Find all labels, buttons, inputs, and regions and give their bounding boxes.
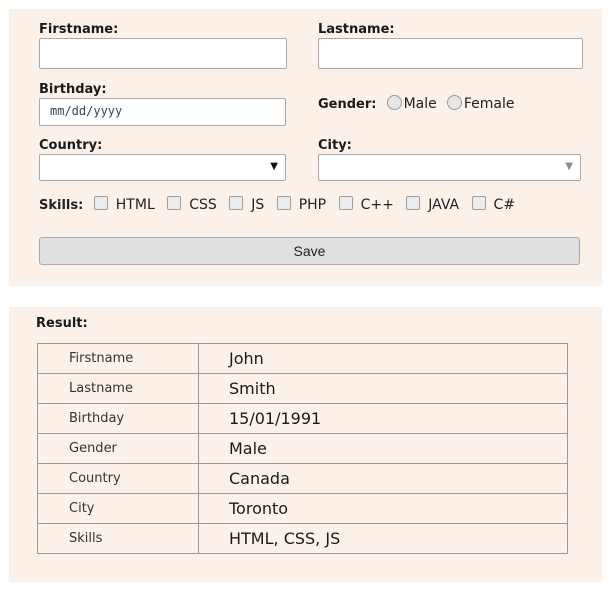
table-row: Gender Male <box>37 433 568 464</box>
skill-java: JAVA <box>406 196 459 213</box>
result-title: Result: <box>36 316 88 331</box>
table-row: Country Canada <box>37 463 568 494</box>
gender-female-label: Female <box>463 96 515 112</box>
table-row: Skills HTML, CSS, JS <box>37 523 568 554</box>
skill-cpp: C++ <box>338 196 394 213</box>
skill-html-label: HTML <box>115 197 155 213</box>
skill-csharp-label: C# <box>493 197 516 213</box>
skill-csharp-checkbox[interactable] <box>471 196 486 210</box>
result-value: Canada <box>198 463 568 494</box>
result-key: Lastname <box>37 373 199 404</box>
firstname-input[interactable] <box>39 38 287 69</box>
result-key: City <box>37 493 199 524</box>
result-value: HTML, CSS, JS <box>198 523 568 554</box>
skill-java-label: JAVA <box>428 197 460 213</box>
skills-label: Skills: <box>39 198 84 213</box>
result-panel: Result: Firstname John Lastname Smith Bi… <box>9 307 602 582</box>
table-row: City Toronto <box>37 493 568 524</box>
skill-php-label: PHP <box>298 197 327 213</box>
skill-html: HTML <box>93 196 155 213</box>
result-key: Birthday <box>37 403 199 434</box>
birthday-label: Birthday: <box>39 82 107 97</box>
skill-css-label: CSS <box>189 197 217 213</box>
city-select[interactable]: ▼ <box>318 154 581 181</box>
skill-js-label: JS <box>251 197 265 213</box>
result-value: 15/01/1991 <box>198 403 568 434</box>
registration-form: Firstname: Lastname: Birthday: mm/dd/yyy… <box>9 9 602 286</box>
table-row: Lastname Smith <box>37 373 568 404</box>
table-row: Birthday 15/01/1991 <box>37 403 568 434</box>
gender-male-radio[interactable] <box>386 95 402 110</box>
skill-php: PHP <box>276 196 327 213</box>
skill-js-checkbox[interactable] <box>229 196 244 210</box>
skill-css-checkbox[interactable] <box>167 196 182 210</box>
chevron-down-icon: ▼ <box>565 161 573 172</box>
result-value: Smith <box>198 373 568 404</box>
skill-js: JS <box>229 196 264 213</box>
gender-male-label: Male <box>403 96 437 112</box>
result-key: Country <box>37 463 199 494</box>
skill-php-checkbox[interactable] <box>276 196 291 210</box>
result-key: Gender <box>37 433 199 464</box>
result-key: Firstname <box>37 343 199 374</box>
gender-group: Gender: Male Female <box>318 93 514 112</box>
result-table: Firstname John Lastname Smith Birthday 1… <box>37 343 568 554</box>
country-label: Country: <box>39 138 103 153</box>
skill-css: CSS <box>167 196 217 213</box>
skill-csharp: C# <box>471 196 516 213</box>
country-select[interactable]: ▼ <box>39 154 286 181</box>
city-label: City: <box>318 138 352 153</box>
gender-label: Gender: <box>318 97 377 112</box>
skill-java-checkbox[interactable] <box>406 196 421 210</box>
result-value: Toronto <box>198 493 568 524</box>
firstname-label: Firstname: <box>39 22 119 37</box>
lastname-label: Lastname: <box>318 22 395 37</box>
gender-female-radio[interactable] <box>446 95 462 110</box>
table-row: Firstname John <box>37 343 568 374</box>
skills-group: Skills: HTML CSS JS PHP C++ JAVA C# <box>39 196 523 213</box>
result-value: Male <box>198 433 568 464</box>
skill-cpp-checkbox[interactable] <box>338 196 353 210</box>
result-value: John <box>198 343 568 374</box>
skill-cpp-label: C++ <box>360 197 394 213</box>
chevron-down-icon: ▼ <box>270 161 278 172</box>
lastname-input[interactable] <box>318 38 583 69</box>
birthday-input[interactable]: mm/dd/yyyy <box>39 98 286 126</box>
skill-html-checkbox[interactable] <box>93 196 108 210</box>
save-button[interactable]: Save <box>39 237 580 265</box>
result-key: Skills <box>37 523 199 554</box>
